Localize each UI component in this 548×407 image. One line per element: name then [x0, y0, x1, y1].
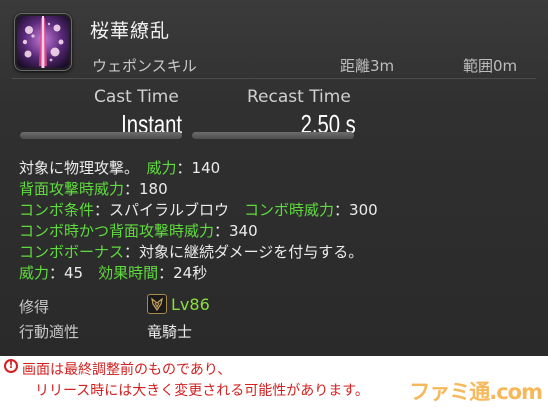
description-keyword: コンボ条件 — [19, 201, 95, 219]
notice-banner: ! 画面は最終調整前のものであり、 リリース時には大きく変更される可能性がありま… — [0, 356, 548, 407]
header-divider — [12, 78, 536, 79]
description-keyword: 背面攻撃時威力 — [19, 180, 125, 198]
description-line: コンボボーナス：対象に継続ダメージを付与する。 — [19, 242, 378, 263]
recast-time-gauge — [192, 132, 354, 139]
cherry-blossom-icon — [17, 16, 69, 68]
action-tooltip: 桜華繚乱 ウェポンスキル 距離3m 範囲0m Cast Time Recast … — [0, 0, 548, 357]
acquired-level: Lv86 — [171, 295, 210, 314]
description-keyword: コンボ時威力 — [244, 201, 335, 219]
description-text: ：対象に継続ダメージを付与する。 — [124, 243, 364, 261]
skill-range: 範囲0m — [463, 57, 518, 75]
description-line: コンボ時かつ背面攻撃時威力：340 — [19, 221, 378, 242]
affinity-label: 行動適性 — [19, 323, 80, 341]
skill-distance: 距離3m — [340, 57, 395, 75]
description-keyword: コンボ時かつ背面攻撃時威力 — [19, 222, 215, 240]
skill-icon — [14, 13, 72, 71]
description-text: ：24秒 — [158, 264, 208, 282]
cast-time-gauge — [20, 132, 182, 139]
description-keyword: コンボボーナス — [19, 243, 125, 261]
skill-name: 桜華繚乱 — [90, 20, 171, 42]
description-line: 威力：45 効果時間：24秒 — [19, 263, 378, 284]
dragoon-job-icon — [147, 294, 167, 314]
description-line: 対象に物理攻撃。 威力：140 — [19, 158, 378, 179]
description-text: ：180 — [124, 180, 168, 198]
affinity-job: 竜騎士 — [147, 323, 193, 341]
notice-line-2: リリース時には大きく変更される可能性があります。 — [35, 383, 369, 399]
description-keyword: 威力 — [146, 159, 177, 177]
description-text: ：300 — [334, 201, 378, 219]
skill-type: ウェポンスキル — [92, 57, 197, 75]
description-line: 背面攻撃時威力：180 — [19, 179, 378, 200]
skill-description: 対象に物理攻撃。 威力：140 背面攻撃時威力：180 コンボ条件：スパイラルブロウ… — [19, 158, 378, 284]
famitsu-logo: ファミ通.com — [409, 380, 543, 404]
warning-icon: ! — [4, 359, 18, 373]
cast-time-label: Cast Time — [94, 87, 179, 107]
description-text: ：45 — [49, 264, 99, 282]
notice-line-1: 画面は最終調整前のものであり、 — [22, 362, 232, 378]
acquired-label: 修得 — [19, 298, 50, 316]
description-text: ：スパイラルブロウ — [94, 201, 245, 219]
description-text: ：140 — [176, 159, 221, 177]
description-line: コンボ条件：スパイラルブロウ コンボ時威力：300 — [19, 200, 378, 221]
description-text: 対象に物理攻撃。 — [19, 159, 147, 177]
recast-time-label: Recast Time — [247, 87, 351, 107]
description-keyword: 効果時間 — [98, 264, 159, 282]
description-keyword: 威力 — [19, 264, 50, 282]
description-text: ：340 — [214, 222, 258, 240]
